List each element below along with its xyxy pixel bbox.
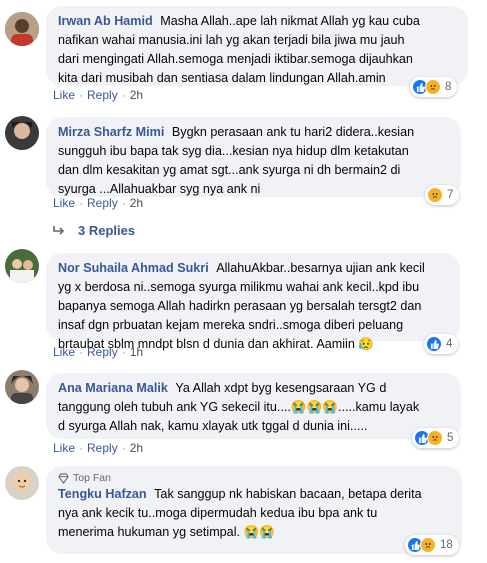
reply-link[interactable]: Reply (87, 88, 118, 102)
comment-text-line: yg x berdosa ni..semoga syurga milikmu w… (58, 280, 420, 294)
reaction-count: 18 (440, 539, 453, 551)
reaction-summary[interactable]: 8 (410, 77, 458, 97)
comment-bubble: Nor Suhaila Ahmad Sukri AllahuAkbar..bes… (46, 253, 460, 351)
comment-bubble: Mirza Sharfz Mimi Bygkn perasaan ank tu … (46, 117, 461, 197)
like-link[interactable]: Like (53, 345, 75, 359)
comment-bubble: Irwan Ab Hamid Masha Allah..ape lah nikm… (46, 6, 468, 86)
comment-text-line: tanggung oleh tubuh ank YG sekecil itu..… (58, 400, 420, 414)
comment-text-line: Ya Allah xdpt byg kesengsaraan YG d (175, 381, 387, 395)
comment-author[interactable]: Irwan Ab Hamid (58, 14, 153, 28)
sad-icon (425, 79, 441, 95)
comment-timestamp[interactable]: 1h (130, 345, 143, 359)
avatar[interactable] (5, 249, 39, 283)
comment-text-line: AllahuAkbar..besarnya ujian ank kecil (216, 261, 425, 275)
like-link[interactable]: Like (53, 88, 75, 102)
like-icon (426, 336, 442, 352)
comment-text-line: Masha Allah..ape lah nikmat Allah yg kau… (160, 14, 420, 28)
avatar[interactable] (5, 466, 39, 500)
reaction-summary[interactable]: 5 (412, 428, 460, 448)
reply-arrow-icon (52, 225, 66, 237)
comment-text-line: menerima hukuman yg setimpal. 😭😭 (58, 525, 275, 539)
reaction-summary[interactable]: 7 (425, 185, 460, 205)
reaction-count: 5 (447, 432, 454, 444)
comment-bubble: Top Fan Tengku Hafzan Tak sanggup nk hab… (46, 466, 462, 554)
avatar[interactable] (5, 12, 39, 46)
comment-actions: Like · Reply · 2h (53, 88, 144, 102)
comment-timestamp[interactable]: 2h (130, 196, 143, 210)
comment-text-line: sungguh ibu bapa tak syg dia...kesian ny… (58, 144, 409, 158)
comment-author[interactable]: Nor Suhaila Ahmad Sukri (58, 261, 209, 275)
like-link[interactable]: Like (53, 441, 75, 455)
comment-text-line: Tak sanggup nk habiskan bacaan, betapa d… (154, 487, 422, 501)
comment-text-line: nafikan wahai manusia.ini lah yg akan te… (58, 33, 405, 47)
top-fan-icon (58, 472, 69, 484)
like-link[interactable]: Like (53, 196, 75, 210)
comment-bubble: Ana Mariana Malik Ya Allah xdpt byg kese… (46, 373, 461, 439)
view-replies-link[interactable]: 3 Replies (52, 223, 135, 238)
comment-text-line: syurga ...Allahuakbar syg nya ank ni (58, 182, 261, 196)
sad-icon (420, 537, 436, 553)
sad-icon (427, 187, 443, 203)
reply-link[interactable]: Reply (87, 441, 118, 455)
comment-author[interactable]: Mirza Sharfz Mimi (58, 125, 164, 139)
comment-actions: Like · Reply · 2h (53, 441, 144, 455)
avatar[interactable] (5, 370, 39, 404)
reaction-count: 7 (447, 189, 454, 201)
replies-count-label: 3 Replies (78, 223, 136, 238)
top-fan-badge: Top Fan (58, 472, 450, 484)
reaction-count: 8 (445, 81, 452, 93)
reaction-count: 4 (446, 338, 453, 350)
comment-text-line: nya ank kecik tu..moga dipermudah kedua … (58, 506, 378, 520)
avatar[interactable] (5, 116, 39, 150)
comment-timestamp[interactable]: 2h (130, 441, 143, 455)
comment-text-line: insaf dgn prbuatan kejam mereka sndri..s… (58, 318, 404, 332)
comment-author[interactable]: Tengku Hafzan (58, 487, 147, 501)
comment-actions: Like · Reply · 2h (53, 196, 144, 210)
comment-text-line: dari mengingati Allah.semoga menjadi ikt… (58, 52, 413, 66)
comment-text-line: dan dlm kesakitan yg amat sgt...ank syur… (58, 163, 401, 177)
reply-link[interactable]: Reply (87, 345, 118, 359)
sad-icon (427, 430, 443, 446)
comment-text-line: Bygkn perasaan ank tu hari2 didera..kesi… (171, 125, 415, 139)
comment-timestamp[interactable]: 2h (130, 88, 143, 102)
comment-text-line: kita dari musibah dan sentiasa dalam lin… (58, 71, 386, 85)
reply-link[interactable]: Reply (87, 196, 118, 210)
reaction-summary[interactable]: 18 (405, 535, 459, 555)
comment-text-line: d syurga Allah nak, kamu xlayak utk tgga… (58, 419, 368, 433)
comment-actions: Like · Reply · 1h (53, 345, 144, 359)
reaction-summary[interactable]: 4 (424, 334, 459, 354)
comment-text-line: bapanya semoga Allah hadirkn perasaan yg… (58, 299, 422, 313)
comment-author[interactable]: Ana Mariana Malik (58, 381, 168, 395)
